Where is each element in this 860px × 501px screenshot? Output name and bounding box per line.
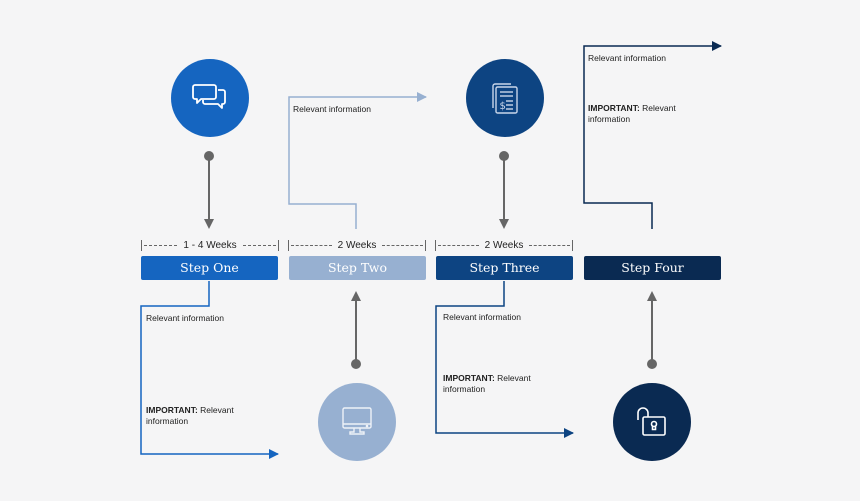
step-two-info: Relevant information [293, 104, 371, 114]
step-two-icon-circle [318, 383, 396, 461]
info-path-step-four [583, 41, 722, 229]
info-path-step-three [435, 281, 574, 438]
step-four-button[interactable]: Step Four [584, 256, 721, 280]
important-label: IMPORTANT: [443, 373, 495, 383]
step-one-button[interactable]: Step One [141, 256, 278, 280]
svg-text:$: $ [500, 101, 506, 112]
duration-label: 2 Weeks [337, 239, 377, 251]
chat-bubbles-icon [192, 84, 226, 109]
monitor-icon [342, 407, 372, 435]
info-path-step-two [288, 92, 427, 229]
step-three-button[interactable]: Step Three [436, 256, 573, 280]
duration-label: 1 - 4 Weeks [183, 239, 237, 251]
important-label: IMPORTANT: [146, 405, 198, 415]
duration-step-two: 2 Weeks [288, 239, 427, 251]
step-four-important: IMPORTANT: Relevant information [588, 103, 688, 125]
step-one-info: Relevant information [146, 313, 224, 323]
important-label: IMPORTANT: [588, 103, 640, 113]
duration-step-three: 2 Weeks [435, 239, 574, 251]
step-two-button[interactable]: Step Two [289, 256, 426, 280]
step-one-icon-circle [171, 59, 249, 137]
step-three-info: Relevant information [443, 312, 521, 322]
flow-lines [140, 41, 722, 459]
duration-step-one: 1 - 4 Weeks [141, 239, 280, 251]
step-four-icon-circle [613, 383, 691, 461]
step-four-info: Relevant information [588, 53, 666, 63]
info-path-step-one [140, 281, 279, 459]
step-three-important: IMPORTANT: Relevant information [443, 373, 543, 395]
duration-label: 2 Weeks [484, 239, 524, 251]
step-one-important: IMPORTANT: Relevant information [146, 405, 246, 427]
invoice-document-icon: $ [492, 83, 518, 114]
unlock-icon [637, 407, 666, 436]
step-three-icon-circle: $ [466, 59, 544, 137]
